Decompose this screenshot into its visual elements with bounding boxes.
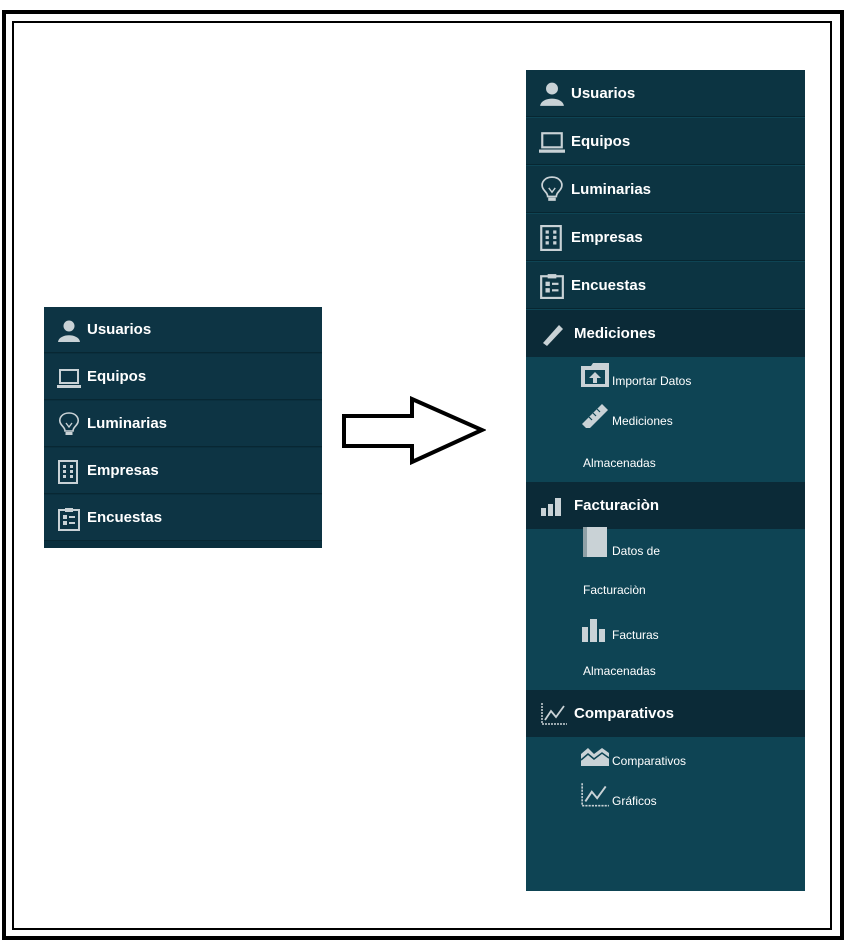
submenu-item-mediciones-almacenadas[interactable]: Mediciones	[580, 400, 673, 428]
right-arrow-icon	[340, 396, 486, 468]
submenu-item-datos-facturacion[interactable]: Datos de	[580, 527, 661, 558]
submenu-item-facturas-almacenadas[interactable]: Facturas	[580, 614, 659, 642]
sidebar-section-comparativos[interactable]: Comparativos	[526, 690, 805, 737]
submenu-label: Mediciones	[612, 414, 673, 428]
sidebar-item-encuestas[interactable]: Encuestas	[526, 262, 805, 309]
bar-chart-icon	[580, 614, 612, 642]
submenu-label-continued: Almacenadas	[583, 664, 656, 678]
clipboard-icon	[539, 271, 569, 299]
lightbulb-icon	[57, 411, 83, 437]
sidebar-section-mediciones[interactable]: Mediciones	[526, 310, 805, 357]
sidebar-item-label: Usuarios	[571, 84, 636, 102]
sidebar-item-empresas[interactable]: Empresas	[526, 214, 805, 261]
bar-chart-icon	[540, 492, 570, 520]
section-label: Mediciones	[574, 325, 656, 342]
submenu-label-continued: Almacenadas	[583, 456, 656, 470]
sidebar-item-label: Encuestas	[87, 509, 163, 526]
upload-folder-icon	[580, 360, 612, 388]
user-icon	[57, 317, 83, 343]
submenu-label: Facturas	[612, 628, 659, 642]
ruler-icon	[540, 320, 570, 348]
expanded-sidebar-menu: Usuarios Equipos Luminarias Empresas Enc…	[526, 70, 805, 891]
building-icon	[57, 458, 83, 484]
submenu-item-graficos[interactable]: Gráficos	[580, 780, 657, 808]
section-label: Facturaciòn	[574, 497, 660, 514]
laptop-icon	[57, 364, 83, 390]
clipboard-icon	[57, 505, 83, 531]
sidebar-item-label: Luminarias	[571, 180, 652, 198]
sidebar-item-encuestas[interactable]: Encuestas	[44, 495, 322, 541]
sidebar-item-label: Empresas	[571, 228, 643, 246]
submenu-label: Comparativos	[612, 754, 687, 768]
notebook-icon	[580, 527, 612, 558]
sidebar-item-usuarios[interactable]: Usuarios	[526, 70, 805, 117]
sidebar-item-label: Usuarios	[87, 321, 152, 338]
ruler-icon	[580, 400, 612, 428]
sidebar-item-usuarios[interactable]: Usuarios	[44, 307, 322, 353]
submenu-label: Importar Datos	[612, 374, 692, 388]
building-icon	[539, 223, 569, 251]
line-chart-icon	[580, 780, 612, 808]
submenu-item-importar-datos[interactable]: Importar Datos	[580, 360, 691, 388]
sidebar-item-empresas[interactable]: Empresas	[44, 448, 322, 494]
sidebar-item-luminarias[interactable]: Luminarias	[44, 401, 322, 447]
sidebar-item-equipos[interactable]: Equipos	[526, 118, 805, 165]
submenu-label: Gráficos	[612, 794, 657, 808]
sidebar-item-label: Equipos	[87, 368, 147, 385]
sidebar-item-label: Encuestas	[571, 276, 647, 294]
sidebar-section-facturacion[interactable]: Facturaciòn	[526, 482, 805, 529]
submenu-item-comparativos[interactable]: Comparativos	[580, 740, 686, 768]
sidebar-item-label: Luminarias	[87, 415, 168, 432]
line-chart-icon	[540, 700, 570, 728]
sidebar-item-label: Empresas	[87, 462, 159, 479]
sidebar-item-label: Equipos	[571, 132, 631, 150]
laptop-icon	[539, 127, 569, 155]
section-label: Comparativos	[574, 705, 675, 722]
sidebar-item-luminarias[interactable]: Luminarias	[526, 166, 805, 213]
collapsed-sidebar-menu: Usuarios Equipos Luminarias Empresas Enc…	[44, 307, 322, 548]
area-chart-icon	[580, 740, 612, 768]
user-icon	[539, 79, 569, 107]
submenu-label-continued: Facturaciòn	[583, 583, 646, 597]
sidebar-item-equipos[interactable]: Equipos	[44, 354, 322, 400]
submenu-label: Datos de	[612, 544, 661, 558]
lightbulb-icon	[539, 175, 569, 203]
